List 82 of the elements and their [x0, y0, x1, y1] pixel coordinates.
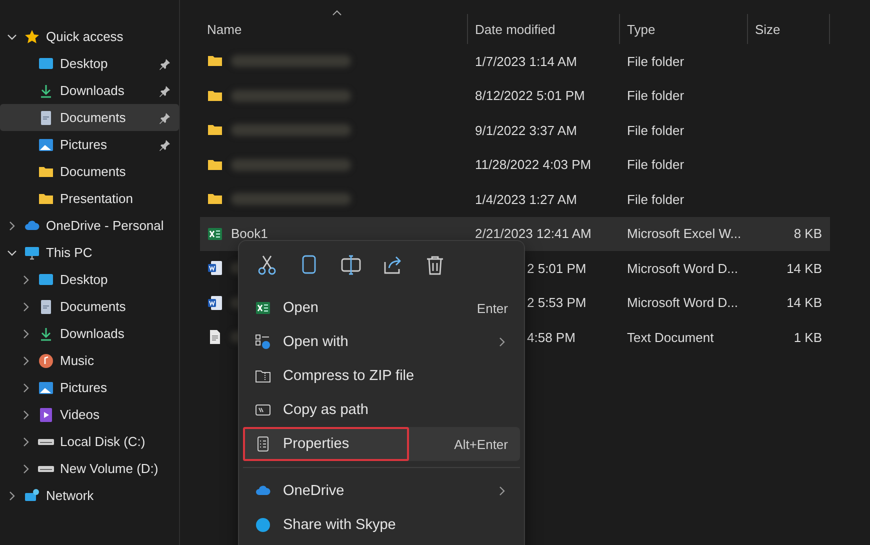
pictures-icon [38, 380, 54, 396]
type-cell-text: Microsoft Word D... [626, 260, 740, 278]
nav-item[interactable]: OneDrive - Personal [0, 212, 179, 239]
desktop-icon [38, 56, 54, 72]
document-icon [38, 298, 54, 314]
nav-item[interactable]: Quick access [0, 23, 179, 50]
nav-item[interactable]: Local Disk (C:) [0, 428, 179, 455]
spreadsheet-icon [207, 226, 223, 242]
shortcut-label: Alt+Enter [454, 436, 508, 452]
column-header[interactable]: Name [200, 14, 468, 44]
column-header[interactable]: Type [620, 14, 748, 44]
menu-item[interactable]: Compress to ZIP file [243, 359, 520, 393]
nav-item[interactable]: Videos [0, 401, 179, 428]
drive-icon [38, 466, 54, 472]
type-cell-text: Text Document [626, 328, 715, 347]
path-icon [255, 402, 271, 418]
date-cell: 8/12/2022 5:01 PM [475, 88, 585, 104]
menu-item[interactable]: Open Enter [243, 291, 520, 325]
shortcut-label: Enter [476, 300, 508, 316]
nav-item[interactable]: Presentation [0, 185, 179, 212]
star-icon [24, 28, 40, 44]
column-header[interactable]: Date modified [468, 14, 620, 44]
network-icon [24, 488, 40, 504]
music-icon [38, 352, 54, 368]
nav-item[interactable]: New Volume (D:) [0, 455, 179, 482]
nav-item[interactable]: Desktop [0, 50, 179, 77]
date-cell: 2/21/2023 12:41 AM [475, 226, 592, 242]
size-cell: 8 KB [794, 226, 822, 242]
pin-icon [159, 58, 171, 70]
pin-icon [159, 84, 171, 96]
nav-item[interactable]: Documents [0, 293, 179, 320]
type-cell-text: File folder [626, 52, 686, 71]
nav-item[interactable]: Music [0, 347, 179, 374]
nav-item[interactable]: Pictures [0, 131, 179, 158]
menu-item[interactable]: Open with [243, 325, 520, 359]
menu-item[interactable]: Properties Alt+Enter [243, 427, 520, 461]
monitor-icon [24, 244, 40, 260]
date-cell: 1/4/2023 1:27 AM [475, 192, 577, 207]
nav-item[interactable]: Documents [0, 158, 179, 185]
properties-icon [255, 436, 271, 452]
date-cell: 1/7/2023 1:14 AM [475, 54, 577, 69]
drive-icon [38, 438, 54, 444]
nav-item[interactable]: Downloads [0, 320, 179, 347]
word-document-icon [207, 260, 223, 276]
menu-item[interactable]: Copy as path [243, 393, 520, 427]
nav-item[interactable]: This PC [0, 239, 179, 266]
menu-item[interactable]: OneDrive [243, 474, 520, 508]
rename-icon[interactable] [339, 253, 363, 277]
video-icon [38, 406, 54, 422]
type-cell: Microsoft Excel W... [620, 216, 748, 251]
pictures-icon [38, 136, 54, 152]
size-cell: 1 KB [794, 330, 822, 345]
size-cell: 14 KB [786, 295, 822, 310]
date-cell: 9/1/2022 3:37 AM [475, 122, 577, 138]
column-header[interactable]: Size [748, 14, 830, 44]
type-cell-text: File folder [626, 190, 686, 209]
menu-item[interactable]: Share with Skype [243, 508, 520, 542]
apps-icon [255, 334, 271, 350]
spreadsheet-icon [255, 300, 271, 316]
pin-icon [159, 138, 171, 150]
date-cell: 11/28/2022 4:03 PM [475, 157, 592, 172]
date-cell: 2 5:01 PM [527, 260, 586, 276]
date-cell: 2 5:53 PM [527, 295, 586, 310]
type-cell-text: File folder [626, 87, 686, 106]
date-cell: 4:58 PM [527, 330, 576, 345]
pin-icon [159, 112, 171, 124]
nav-item[interactable]: Desktop [0, 266, 179, 293]
nav-item[interactable]: Network [0, 482, 179, 509]
zip-folder-icon [255, 368, 271, 384]
nav-item[interactable]: Downloads [0, 77, 179, 104]
document-icon [38, 110, 54, 126]
desktop-icon [38, 272, 54, 288]
download-icon [38, 82, 54, 98]
type-cell-text: File folder [626, 122, 686, 140]
size-cell: 14 KB [786, 260, 822, 276]
word-document-icon [207, 294, 223, 311]
text-file-icon [207, 329, 223, 346]
download-icon [38, 326, 54, 342]
nav-item[interactable]: Documents [0, 104, 179, 131]
type-cell-text: Microsoft Word D... [626, 294, 740, 312]
nav-item[interactable]: Pictures [0, 374, 179, 401]
type-cell-text: File folder [626, 156, 686, 174]
